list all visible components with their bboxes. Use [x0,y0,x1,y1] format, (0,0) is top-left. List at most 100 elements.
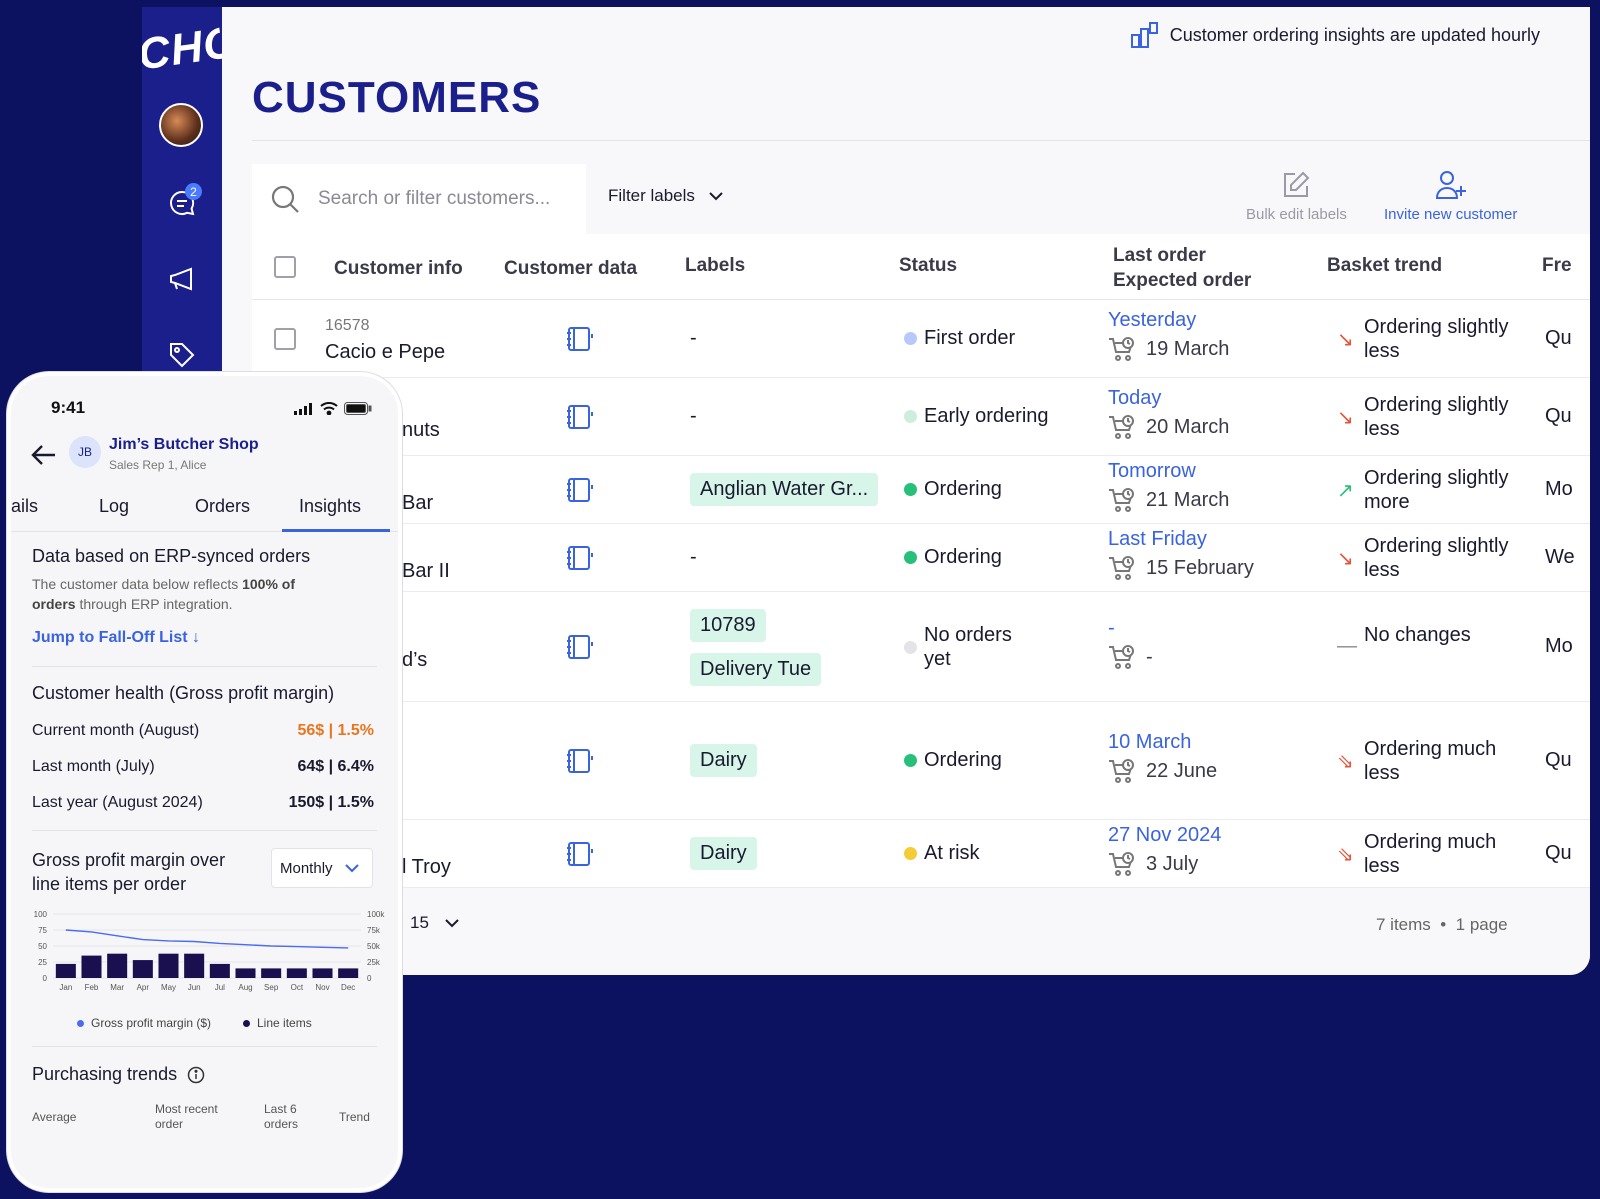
col-customer-info[interactable]: Customer info [334,258,463,280]
right-tick-label: 100k [367,910,385,919]
col-frequency[interactable]: Fre [1542,255,1572,277]
customer-name[interactable]: Bar [402,492,433,515]
battery-icon [344,402,372,415]
label-chip[interactable]: Dairy [690,837,757,870]
basket-trend-text: Ordering slightly less [1364,394,1509,440]
bar-line-items [184,953,205,978]
insights-note: Customer ordering insights are updated h… [1130,21,1540,49]
table-row[interactable]: Bar Anglian Water Gr... Ordering Tomorrow… [252,456,1590,524]
table-row[interactable]: l Troy Dairy At risk 27 Nov 2024 3 July ⇘… [252,820,1590,888]
col-status[interactable]: Status [899,255,957,277]
label-chip[interactable]: Anglian Water Gr... [690,473,879,506]
x-tick-label: Dec [341,983,355,992]
shop-subtitle: Sales Rep 1, Alice [109,458,207,472]
table-row[interactable]: d’s 10789 Delivery Tue No orders yet - - —… [252,592,1590,702]
customer-data-button[interactable] [566,748,594,780]
last-order-link[interactable]: 10 March [1108,731,1217,754]
status: Ordering [904,546,1002,569]
last-order-link[interactable]: 27 Nov 2024 [1108,824,1221,847]
basket-trend-text: Ordering slightly more [1364,467,1509,513]
customer-data-icon [567,546,593,570]
bar-line-items [235,968,256,978]
x-tick-label: Sep [264,983,279,992]
customer-data-button[interactable] [566,404,594,436]
order-dates: Today 20 March [1108,387,1229,440]
customer-name[interactable]: l Troy [402,856,451,879]
frequency: Qu [1545,749,1572,771]
table-row[interactable]: Dairy Ordering 10 March 22 June ⇘ Orderin… [252,702,1590,820]
select-all-checkbox[interactable] [274,256,296,278]
period-value: Monthly [280,859,333,877]
table-row[interactable]: 16578 Cacio e Pepe - First order Yesterday… [252,300,1590,378]
x-tick-label: Jan [59,983,72,992]
tab-details[interactable]: ails [11,496,38,517]
last-order-link[interactable]: Tomorrow [1108,460,1229,483]
expected-order: 21 March [1108,487,1229,513]
order-dates: - - [1108,617,1153,670]
jump-to-falloff-link[interactable]: Jump to Fall-Off List ↓ [32,629,200,647]
mobile-phone: 9:41 JB Jim’s Butcher Shop Sales Rep 1, … [7,372,402,1192]
row-checkbox[interactable] [274,328,296,350]
customer-name[interactable]: nuts [402,419,440,442]
last-order-link[interactable]: - [1108,617,1153,640]
erp-description: The customer data below reflects 100% of… [32,576,296,612]
chat-icon[interactable]: 2 [162,183,202,223]
toolbar: Filter labels Bulk edit labels Invite ne… [252,164,1590,234]
customer-name[interactable]: d’s [402,649,427,672]
last-order-link[interactable]: Today [1108,387,1229,410]
megaphone-icon[interactable] [162,259,202,299]
customer-name[interactable]: Cacio e Pepe [325,341,445,364]
left-tick-label: 75 [38,926,47,935]
invite-customer-button[interactable]: Invite new customer [1384,170,1517,223]
trend-arrow-icon: ↘ [1337,407,1354,429]
filter-labels-dropdown[interactable]: Filter labels [608,186,723,206]
info-icon[interactable] [187,1066,205,1084]
label-chip[interactable]: 10789 [690,609,766,642]
customer-name[interactable]: Bar II [402,560,450,583]
table-row[interactable]: nuts - Early ordering Today 20 March ↘ Ord… [252,378,1590,456]
right-tick-label: 0 [367,974,372,983]
status-text: First order [924,327,1016,349]
status-dot [904,754,917,767]
cart-clock-icon [1109,645,1134,669]
customer-data-button[interactable] [566,477,594,509]
label-chip[interactable]: Delivery Tue [690,653,822,686]
bar-line-items [338,968,359,978]
back-arrow-icon[interactable] [31,444,57,466]
last-order-link[interactable]: Yesterday [1108,309,1229,332]
user-avatar[interactable] [159,103,203,147]
shop-name: Jim’s Butcher Shop [109,436,259,453]
tab-insights[interactable]: Insights [299,496,361,517]
period-select[interactable]: Monthly [271,848,373,888]
tab-log[interactable]: Log [99,496,129,517]
table-row[interactable]: Bar II - Ordering Last Friday 15 February… [252,524,1590,592]
last-order-link[interactable]: Last Friday [1108,528,1254,551]
search-box [252,164,586,234]
status: At risk [904,842,980,865]
customer-data-button[interactable] [566,545,594,577]
col-customer-data[interactable]: Customer data [504,258,637,280]
tag-icon[interactable] [162,335,202,375]
divider [32,1046,377,1047]
customer-data-button[interactable] [566,326,594,358]
customer-data-button[interactable] [566,841,594,873]
customer-data-icon [567,749,593,773]
labels-empty: - [690,405,697,427]
col-labels[interactable]: Labels [685,255,745,277]
status: Early ordering [904,405,1049,428]
col-basket-trend[interactable]: Basket trend [1327,255,1442,277]
status-dot [904,483,917,496]
status-bar: 9:41 [11,398,398,422]
status: First order [904,327,1015,350]
tab-orders[interactable]: Orders [195,496,250,517]
cart-clock-icon [1109,556,1134,580]
customer-data-button[interactable] [566,634,594,666]
col-expected-order[interactable]: Expected order [1113,270,1251,292]
bulk-edit-labels-button[interactable]: Bulk edit labels [1246,170,1347,223]
page-size-select[interactable]: 15 [410,913,459,933]
bar-line-items [132,960,153,978]
label-chip[interactable]: Dairy [690,744,757,777]
bar-line-items [158,953,179,978]
search-input[interactable] [316,187,576,211]
col-last-order[interactable]: Last order [1113,245,1206,267]
